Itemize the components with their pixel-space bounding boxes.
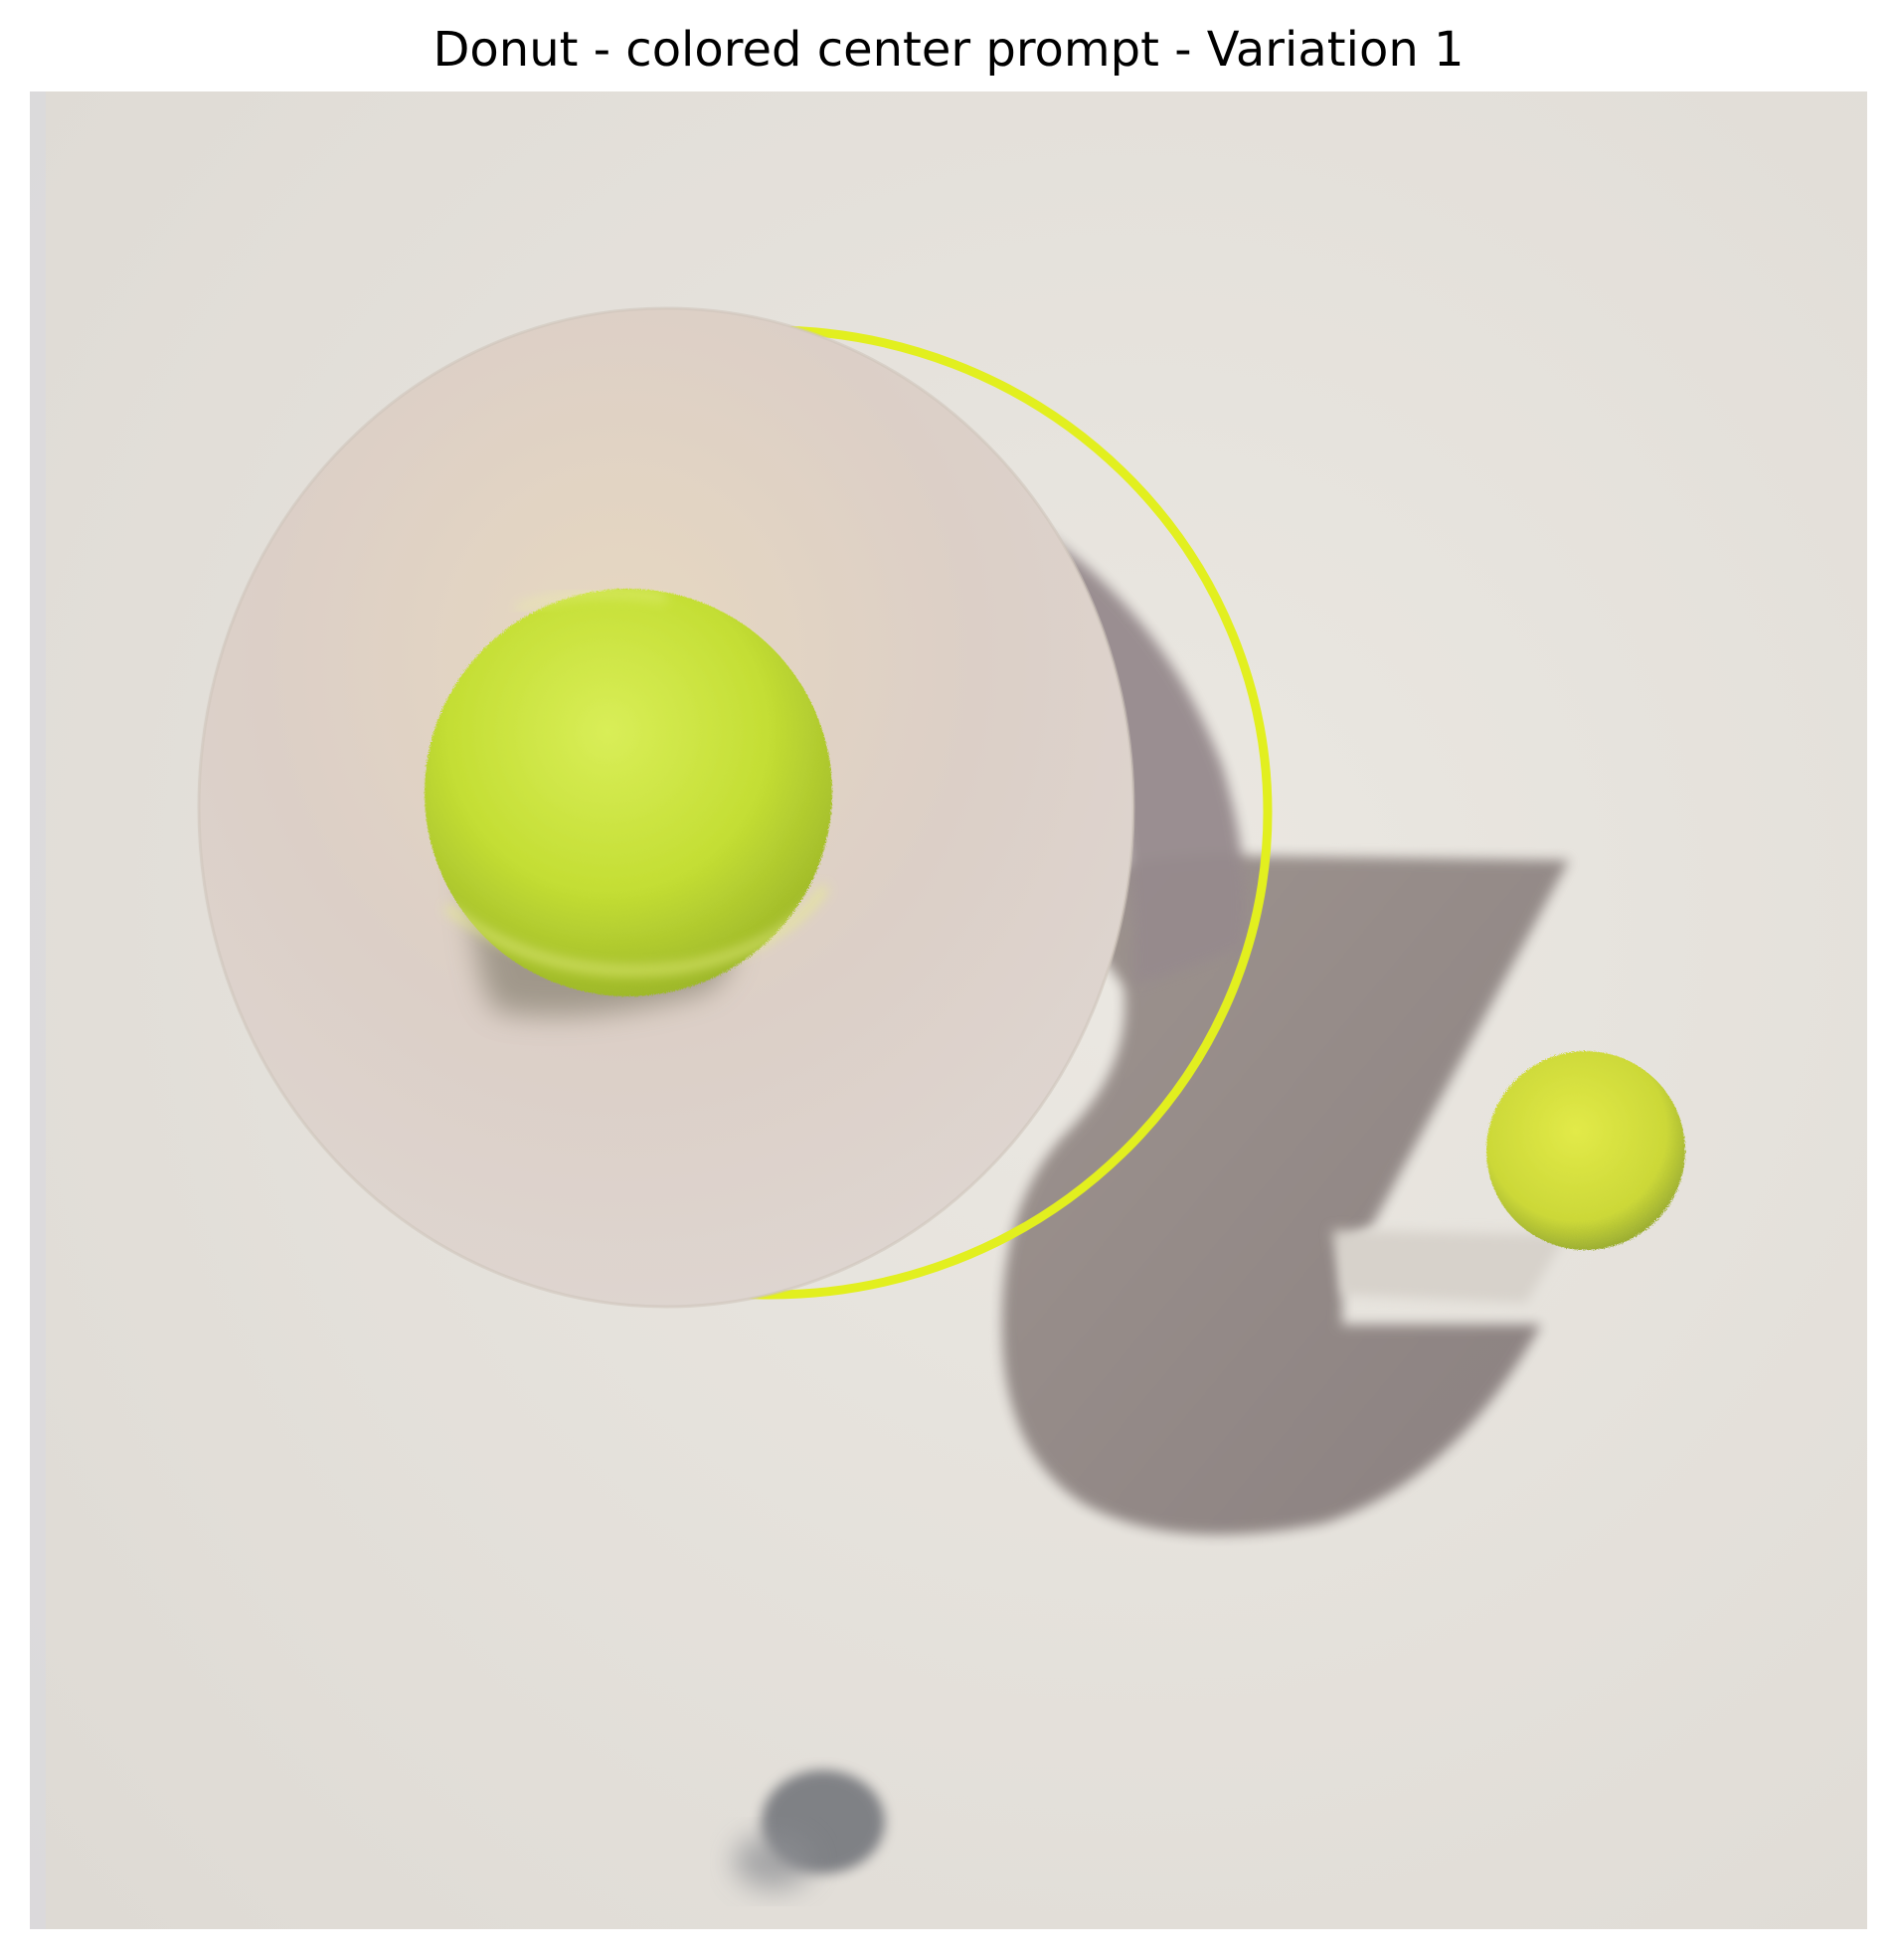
shadow-gap-highlight [1332, 1230, 1566, 1303]
left-edge-tint [30, 91, 46, 1929]
large-tennis-ball [425, 589, 832, 996]
small-tennis-ball [1486, 1051, 1685, 1250]
figure-title: Donut - colored center prompt - Variatio… [432, 22, 1465, 78]
image-canvas [30, 91, 1867, 1929]
bottom-blob-shadow [734, 1834, 813, 1889]
generated-image [30, 91, 1867, 1929]
